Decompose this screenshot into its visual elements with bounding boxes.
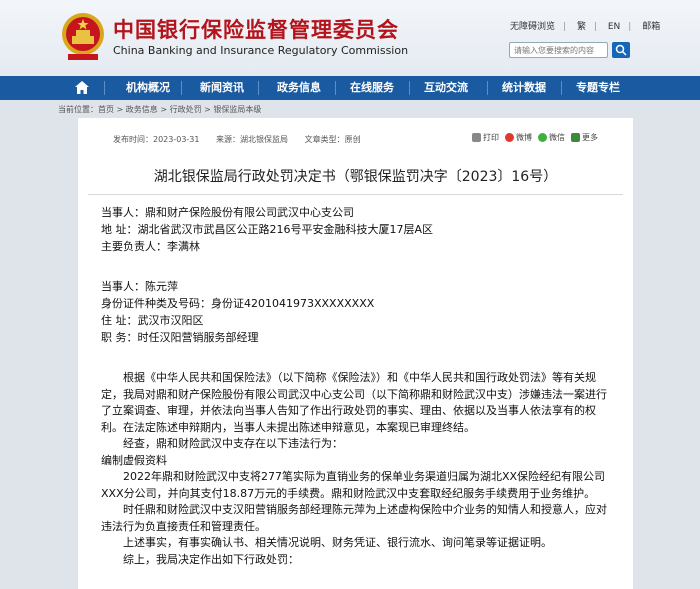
wechat-button[interactable]: 微信 — [549, 132, 565, 143]
weibo-button[interactable]: 微博 — [516, 132, 532, 143]
nav-divider — [487, 81, 488, 95]
nav-item-online-service[interactable]: 在线服务 — [337, 76, 407, 100]
nav-item-about[interactable]: 机构概况 — [106, 76, 190, 100]
nav-divider — [181, 81, 182, 95]
nav-item-gov-info[interactable]: 政务信息 — [260, 76, 338, 100]
title-divider — [88, 194, 623, 195]
paragraph: 综上，我局决定作出如下行政处罚： — [123, 552, 299, 566]
print-icon — [472, 133, 481, 142]
nav-divider — [335, 81, 336, 95]
nav-divider — [561, 81, 562, 95]
paragraph: 时任鼎和财险武汉中支汉阳营销服务部经理陈元萍为上述虚构保险中介业务的知情人和授意… — [101, 503, 607, 533]
more-icon — [571, 133, 580, 142]
party-line: 主要负责人：李满林 — [101, 240, 200, 253]
paragraph-heading: 编制虚假资料 — [101, 453, 167, 467]
article-body: 根据《中华人民共和国保险法》（以下简称《保险法》）和《中华人民共和国行政处罚法》… — [101, 370, 616, 568]
nav-divider — [258, 81, 259, 95]
party-line: 住 址：武汉市汉阳区 — [101, 314, 204, 327]
search-button[interactable] — [612, 42, 630, 58]
nav-divider — [409, 81, 410, 95]
weibo-icon — [505, 133, 514, 142]
paragraph: 2022年鼎和财险武汉中支将277笔实际为直销业务的保单业务渠道归属为湖北XX保… — [101, 470, 606, 500]
party-line: 身份证件种类及号码：身份证4201041973XXXXXXXX — [101, 297, 375, 310]
article-title: 湖北银保监局行政处罚决定书（鄂银保监罚决字〔2023〕16号） — [153, 169, 558, 185]
breadcrumb[interactable]: 当前位置：首页 > 政务信息 > 行政处罚 > 银保监局本级 — [58, 104, 261, 115]
site-title-en: China Banking and Insurance Regulatory C… — [113, 44, 409, 57]
paragraph: 根据《中华人民共和国保险法》（以下简称《保险法》）和《中华人民共和国行政处罚法》… — [101, 371, 607, 434]
nav-divider — [104, 81, 105, 95]
party-one: 当事人：鼎和财产保险股份有限公司武汉中心支公司 地 址：湖北省武汉市武昌区公正路… — [101, 204, 433, 255]
party-line: 职 务：时任汉阳营销服务部经理 — [101, 331, 259, 344]
site-title-cn: 中国银行保险监督管理委员会 — [113, 18, 399, 42]
wechat-icon — [538, 133, 547, 142]
search-icon — [615, 44, 627, 56]
article-source: 来源：湖北银保监局 — [216, 135, 289, 144]
nav-item-statistics[interactable]: 统计数据 — [489, 76, 559, 100]
party-two: 当事人：陈元萍 身份证件种类及号码：身份证4201041973XXXXXXXX … — [101, 278, 374, 346]
search-input[interactable]: 请输入您要搜索的内容 — [509, 42, 608, 58]
nav-item-special[interactable]: 专题专栏 — [563, 76, 633, 100]
main-nav: 机构概况 新闻资讯 政务信息 在线服务 互动交流 统计数据 专题专栏 — [0, 76, 700, 100]
national-emblem-icon — [62, 13, 104, 60]
article-card: 发布时间：2023-03-31 来源：湖北银保监局 文章类型：原创 打印 微博 … — [78, 118, 633, 589]
english-link[interactable]: EN — [608, 22, 620, 32]
mail-link[interactable]: 邮箱 — [642, 22, 660, 32]
nav-item-interaction[interactable]: 互动交流 — [411, 76, 481, 100]
party-line: 当事人：鼎和财产保险股份有限公司武汉中心支公司 — [101, 206, 354, 219]
party-line: 地 址：湖北省武汉市武昌区公正路216号平安金融科技大厦17层A区 — [101, 223, 434, 236]
publish-date: 发布时间：2023-03-31 — [113, 135, 200, 144]
party-line: 当事人：陈元萍 — [101, 280, 178, 293]
home-icon — [75, 81, 89, 94]
nav-item-news[interactable]: 新闻资讯 — [183, 76, 261, 100]
site-header: 中国银行保险监督管理委员会 China Banking and Insuranc… — [0, 0, 700, 76]
article-meta: 发布时间：2023-03-31 来源：湖北银保监局 文章类型：原创 — [113, 134, 375, 145]
home-button[interactable] — [62, 76, 102, 100]
print-button[interactable]: 打印 — [483, 132, 499, 143]
accessibility-link[interactable]: 无障碍浏览 — [510, 22, 555, 32]
more-button[interactable]: 更多 — [582, 132, 598, 143]
paragraph: 上述事实，有事实确认书、相关情况说明、财务凭证、银行流水、询问笔录等证据证明。 — [123, 536, 552, 549]
top-links: 无障碍浏览 | 繁 | EN | 邮箱 — [510, 22, 661, 32]
article-type: 文章类型：原创 — [304, 135, 361, 144]
traditional-chinese-link[interactable]: 繁 — [577, 22, 586, 32]
share-bar: 打印 微博 微信 更多 — [466, 132, 598, 143]
paragraph: 经查，鼎和财险武汉中支存在以下违法行为： — [123, 437, 343, 450]
